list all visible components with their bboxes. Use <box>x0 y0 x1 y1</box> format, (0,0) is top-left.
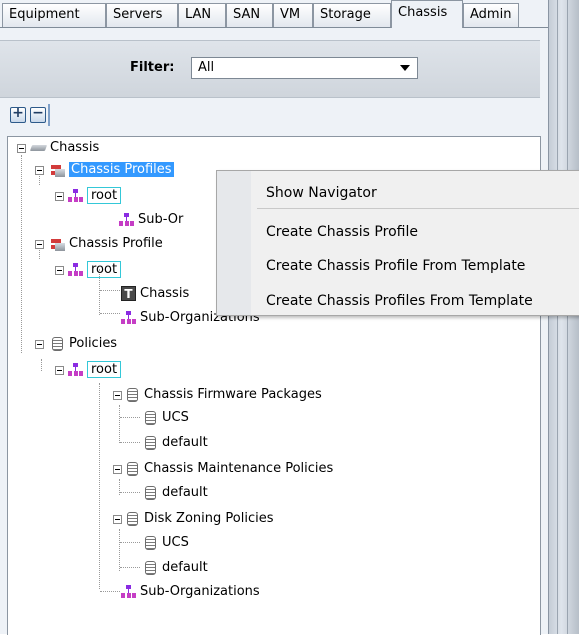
filter-dropdown[interactable]: All <box>191 57 418 79</box>
tree-node-sub-organizations[interactable]: Sub-Organizations <box>120 582 260 602</box>
policy-icon <box>142 560 159 576</box>
chassis-profile-icon <box>49 162 66 178</box>
tab-vm[interactable]: VM <box>273 3 313 27</box>
tree-node-disk-zoning-policies[interactable]: Disk Zoning Policies <box>124 509 273 529</box>
filter-value: All <box>198 60 215 75</box>
menu-separator <box>257 208 579 209</box>
tree-node-chassis-maintenance-policies[interactable]: Chassis Maintenance Policies <box>124 459 333 479</box>
policy-icon <box>142 535 159 551</box>
collapse-toggle[interactable] <box>17 144 26 153</box>
collapse-toggle[interactable] <box>113 515 122 524</box>
policy-icon <box>142 435 159 451</box>
tree-node-sub-organizations[interactable]: Sub-Or <box>118 210 183 230</box>
expand-all-button[interactable]: + <box>10 105 26 123</box>
toolbar-separator <box>48 104 50 126</box>
org-icon <box>67 188 84 204</box>
policy-icon <box>124 511 141 527</box>
collapse-all-button[interactable]: − <box>30 105 46 123</box>
tab-divider <box>0 27 548 28</box>
menu-item-create-chassis-profiles-from-template[interactable]: Create Chassis Profiles From Template <box>266 290 533 312</box>
plus-icon: + <box>12 105 24 121</box>
tree-node-chassis[interactable]: Chassis <box>30 138 99 158</box>
tree-node-chassis-firmware-packages[interactable]: Chassis Firmware Packages <box>124 385 322 405</box>
window-frame <box>548 0 579 634</box>
policy-icon <box>142 485 159 501</box>
policy-icon <box>124 461 141 477</box>
tree-node-chassis-profile-templates[interactable]: Chassis Profile <box>49 234 163 254</box>
tab-lan[interactable]: LAN <box>178 3 226 27</box>
org-icon <box>67 362 84 378</box>
org-icon <box>118 212 135 228</box>
tree-node-ucs[interactable]: UCS <box>142 408 189 428</box>
tab-san[interactable]: SAN <box>226 3 273 27</box>
filter-label: Filter: <box>130 60 175 75</box>
tree-node-root[interactable]: root <box>67 260 122 280</box>
tab-admin[interactable]: Admin <box>463 3 519 27</box>
collapse-toggle[interactable] <box>113 391 122 400</box>
collapse-toggle[interactable] <box>55 366 64 375</box>
menu-item-create-chassis-profile-from-template[interactable]: Create Chassis Profile From Template <box>266 255 525 277</box>
collapse-toggle[interactable] <box>55 266 64 275</box>
menu-item-create-chassis-profile[interactable]: Create Chassis Profile <box>266 221 418 243</box>
filter-bar: Filter: All <box>0 40 540 98</box>
tab-bar: Equipment Servers LAN SAN VM Storage Cha… <box>0 0 548 28</box>
tree-node-root[interactable]: root <box>67 360 122 380</box>
tree-node-root[interactable]: root <box>67 186 122 206</box>
org-icon <box>120 584 137 600</box>
collapse-toggle[interactable] <box>35 240 44 249</box>
tab-storage[interactable]: Storage <box>313 3 391 27</box>
collapse-toggle[interactable] <box>55 192 64 201</box>
policy-icon <box>49 336 66 352</box>
collapse-toggle[interactable] <box>35 166 44 175</box>
org-icon <box>67 262 84 278</box>
tree-node-policies[interactable]: Policies <box>49 334 117 354</box>
tree-toolbar: + − <box>0 96 540 132</box>
collapse-toggle[interactable] <box>35 340 44 349</box>
context-menu-icon-strip <box>217 171 251 315</box>
minus-icon: − <box>32 105 44 121</box>
context-menu: Show Navigator Create Chassis Profile Cr… <box>216 170 579 316</box>
menu-item-show-navigator[interactable]: Show Navigator <box>266 182 377 204</box>
tree-node-default[interactable]: default <box>142 558 208 578</box>
org-icon <box>120 310 137 326</box>
tab-equipment[interactable]: Equipment <box>2 3 106 27</box>
collapse-toggle[interactable] <box>113 465 122 474</box>
tree-node-default[interactable]: default <box>142 483 208 503</box>
tab-servers[interactable]: Servers <box>106 3 178 27</box>
tab-chassis[interactable]: Chassis <box>391 0 463 28</box>
tree-node-chassis-template[interactable]: Chassis <box>120 284 189 304</box>
chassis-profile-template-icon <box>49 236 66 252</box>
tree-node-chassis-profiles[interactable]: Chassis Profiles <box>49 160 174 180</box>
policy-icon <box>142 410 159 426</box>
chevron-down-icon <box>400 65 410 71</box>
navigation-panel: Equipment Servers LAN SAN VM Storage Cha… <box>0 0 548 635</box>
tree-node-default[interactable]: default <box>142 433 208 453</box>
template-icon <box>120 286 137 302</box>
policy-icon <box>124 387 141 403</box>
chassis-icon <box>30 140 47 156</box>
tree-node-ucs[interactable]: UCS <box>142 533 189 553</box>
